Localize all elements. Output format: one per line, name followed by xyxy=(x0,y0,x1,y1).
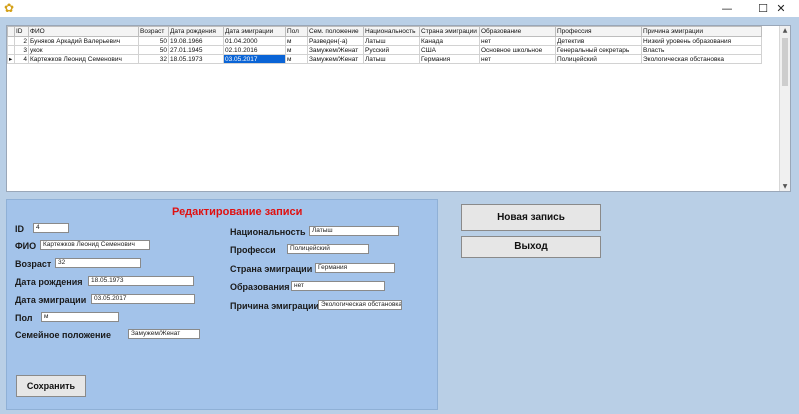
table-row[interactable]: 2 Буняков Аркадий Валерьевич 50 19.08.1966 0… xyxy=(7,36,762,46)
panel-title: Редактирование записи xyxy=(172,206,303,218)
table-cell[interactable]: 4 xyxy=(14,54,29,64)
edit-record-panel: Редактирование записи ID 4 ФИО Картежков… xyxy=(6,199,438,410)
column-header[interactable]: Образование xyxy=(479,26,556,37)
table-cell[interactable]: Латыш xyxy=(363,36,420,46)
records-table: ID ФИО Возраст Дата рождения Дата эмигра… xyxy=(7,26,762,64)
table-cell[interactable]: 02.10.2016 xyxy=(223,45,286,55)
sex-label: Пол xyxy=(15,313,33,323)
title-bar: ✿ — ☐ ✕ xyxy=(0,0,799,17)
column-header[interactable]: Страна эмиграции xyxy=(419,26,480,37)
table-cell[interactable]: Основное школьное xyxy=(479,45,556,55)
table-cell[interactable]: 50 xyxy=(138,45,169,55)
id-label: ID xyxy=(15,224,24,234)
close-button[interactable]: ✕ xyxy=(763,0,799,17)
id-field[interactable]: 4 xyxy=(33,223,69,233)
profession-field[interactable]: Полицейский xyxy=(287,244,369,254)
vertical-scrollbar[interactable]: ▲ ▼ xyxy=(779,26,790,191)
scroll-up-icon[interactable]: ▲ xyxy=(780,26,790,35)
table-cell[interactable]: 03.05.2017 xyxy=(223,54,286,64)
table-cell[interactable]: нет xyxy=(479,54,556,64)
column-header[interactable]: Сем. положение xyxy=(307,26,364,37)
save-button[interactable]: Сохранить xyxy=(16,375,86,397)
column-header[interactable]: Пол xyxy=(285,26,308,37)
exit-button[interactable]: Выход xyxy=(461,236,601,258)
new-record-button[interactable]: Новая запись xyxy=(461,204,601,231)
table-row[interactable]: ▸ 4 Картежков Леонид Семенович 32 18.05.1973… xyxy=(7,54,762,64)
row-selector[interactable] xyxy=(7,45,15,55)
table-cell[interactable]: Замужем/Женат xyxy=(307,54,364,64)
table-cell[interactable]: 18.05.1973 xyxy=(168,54,224,64)
marital-field[interactable]: Замужем/Женат xyxy=(128,329,200,339)
table-cell[interactable]: Детектив xyxy=(555,36,642,46)
table-cell[interactable]: Власть xyxy=(641,45,762,55)
column-header[interactable]: Причина эмиграции xyxy=(641,26,762,37)
country-field[interactable]: Германия xyxy=(315,263,395,273)
row-header-corner xyxy=(7,26,15,37)
column-header[interactable]: Возраст xyxy=(138,26,169,37)
column-header[interactable]: ФИО xyxy=(28,26,139,37)
column-header[interactable]: ID xyxy=(14,26,29,37)
table-cell[interactable]: укок xyxy=(28,45,139,55)
table-cell[interactable]: м xyxy=(285,54,308,64)
scroll-down-icon[interactable]: ▼ xyxy=(780,182,790,191)
column-header[interactable]: Профессия xyxy=(555,26,642,37)
age-field[interactable]: 32 xyxy=(55,258,141,268)
table-cell[interactable]: 50 xyxy=(138,36,169,46)
scroll-thumb[interactable] xyxy=(782,38,788,86)
table-cell[interactable]: нет xyxy=(479,36,556,46)
app-icon: ✿ xyxy=(4,1,15,15)
fio-label: ФИО xyxy=(15,241,37,251)
table-cell[interactable]: Латыш xyxy=(363,54,420,64)
column-header[interactable]: Национальность xyxy=(363,26,420,37)
table-cell[interactable]: Разведен(-а) xyxy=(307,36,364,46)
emig-date-label: Дата эмиграции xyxy=(15,295,87,305)
fio-field[interactable]: Картежков Леонид Семенович xyxy=(40,240,150,250)
table-cell[interactable]: 3 xyxy=(14,45,29,55)
table-cell[interactable]: 27.01.1945 xyxy=(168,45,224,55)
column-header[interactable]: Дата эмиграции xyxy=(223,26,286,37)
table-cell[interactable]: Замужем/Женат xyxy=(307,45,364,55)
table-cell[interactable]: США xyxy=(419,45,480,55)
profession-label: Професси xyxy=(230,245,276,255)
minimize-button[interactable]: — xyxy=(709,0,745,17)
records-grid[interactable]: ID ФИО Возраст Дата рождения Дата эмигра… xyxy=(6,25,791,192)
table-cell[interactable]: 2 xyxy=(14,36,29,46)
age-label: Возраст xyxy=(15,259,52,269)
marital-label: Семейное положение xyxy=(15,330,111,340)
row-selector[interactable] xyxy=(7,36,15,46)
table-cell[interactable]: м xyxy=(285,45,308,55)
table-cell[interactable]: 19.08.1966 xyxy=(168,36,224,46)
row-selector[interactable]: ▸ xyxy=(7,54,15,64)
education-field[interactable]: нет xyxy=(291,281,385,291)
table-cell[interactable]: Русский xyxy=(363,45,420,55)
table-cell[interactable]: 32 xyxy=(138,54,169,64)
grid-body: 2 Буняков Аркадий Валерьевич 50 19.08.1966 0… xyxy=(7,36,762,64)
table-row[interactable]: 3 укок 50 27.01.1945 02.10.2016 м Замужем/Жена… xyxy=(7,45,762,55)
emig-date-field[interactable]: 03.05.2017 xyxy=(91,294,195,304)
column-header[interactable]: Дата рождения xyxy=(168,26,224,37)
table-cell[interactable]: Канада xyxy=(419,36,480,46)
country-label: Страна эмиграции xyxy=(230,264,313,274)
table-cell[interactable]: 01.04.2000 xyxy=(223,36,286,46)
table-cell[interactable]: Низкий уровень образования xyxy=(641,36,762,46)
birth-date-field[interactable]: 18.05.1973 xyxy=(88,276,194,286)
table-cell[interactable]: Полицейский xyxy=(555,54,642,64)
education-label: Образования xyxy=(230,282,290,292)
sex-field[interactable]: м xyxy=(41,312,119,322)
table-cell[interactable]: Экологическая обстановка xyxy=(641,54,762,64)
table-cell[interactable]: Буняков Аркадий Валерьевич xyxy=(28,36,139,46)
nationality-label: Национальность xyxy=(230,227,306,237)
reason-label: Причина эмиграции xyxy=(230,301,320,311)
nationality-field[interactable]: Латыш xyxy=(309,226,399,236)
table-cell[interactable]: м xyxy=(285,36,308,46)
birth-date-label: Дата рождения xyxy=(15,277,83,287)
table-cell[interactable]: Генеральный секретарь xyxy=(555,45,642,55)
grid-header-row: ID ФИО Возраст Дата рождения Дата эмигра… xyxy=(7,26,762,37)
table-cell[interactable]: Германия xyxy=(419,54,480,64)
table-cell[interactable]: Картежков Леонид Семенович xyxy=(28,54,139,64)
reason-field[interactable]: Экологическая обстановка xyxy=(318,300,402,310)
